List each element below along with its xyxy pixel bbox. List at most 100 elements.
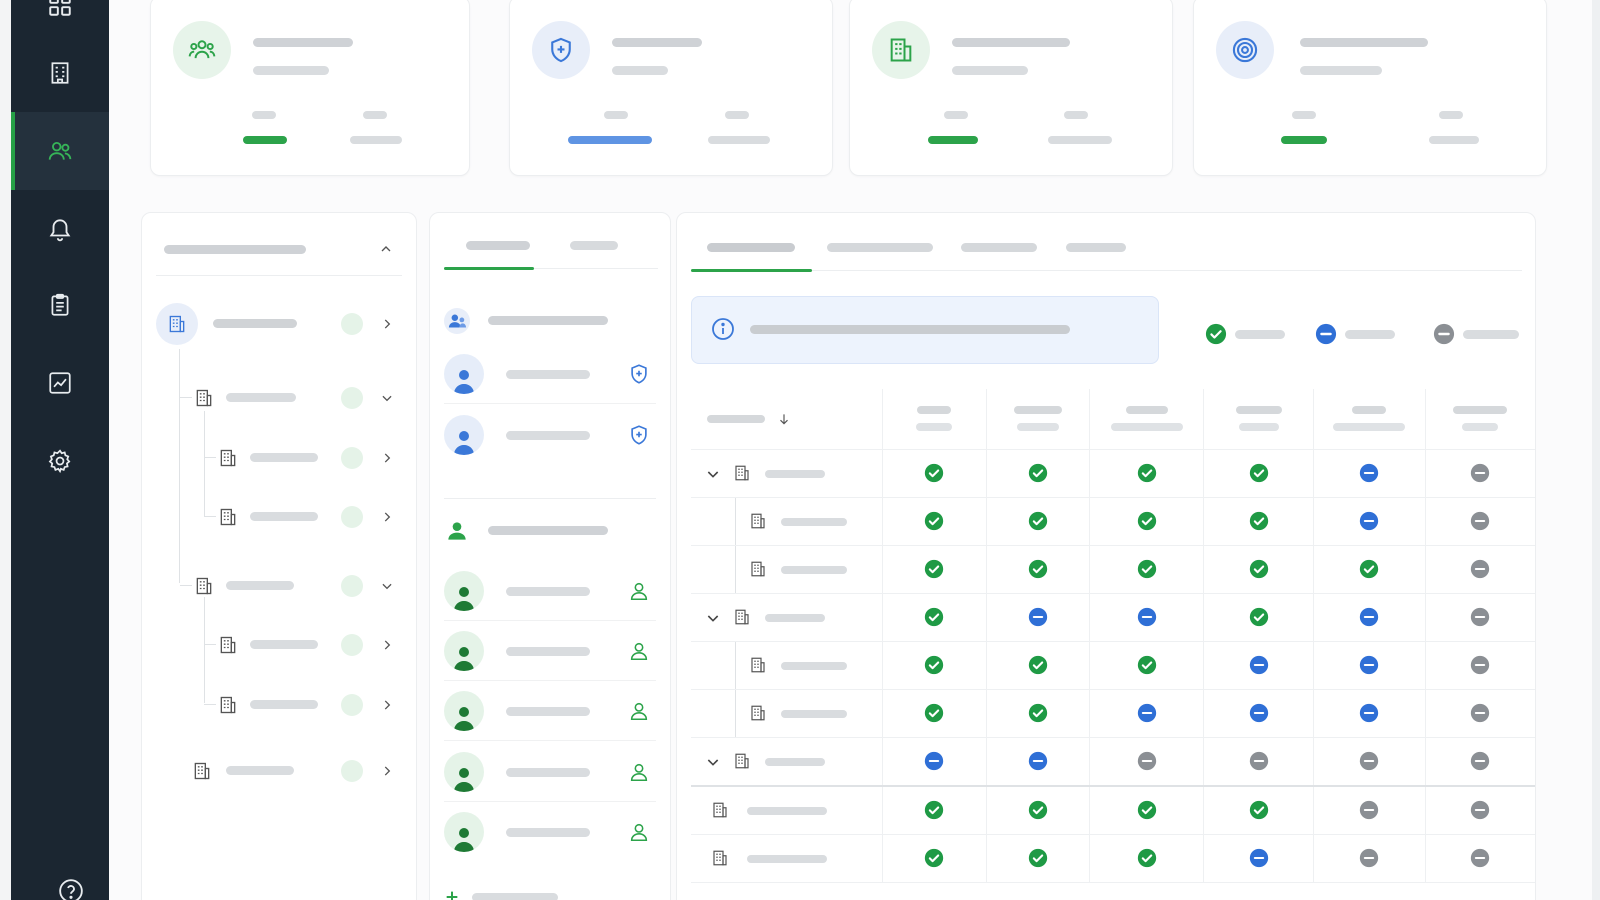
- permission-cell[interactable]: [1089, 449, 1205, 498]
- permission-cell[interactable]: [1425, 545, 1535, 594]
- permission-cell[interactable]: [986, 497, 1091, 546]
- permission-cell[interactable]: [882, 737, 987, 787]
- tree-node[interactable]: [204, 684, 406, 724]
- sidebar-item-settings[interactable]: [11, 422, 109, 500]
- chevron-right-icon[interactable]: [380, 510, 394, 524]
- user-row[interactable]: [444, 405, 656, 465]
- tree-node-root[interactable]: [156, 303, 406, 345]
- shield-plus-icon[interactable]: [628, 362, 650, 386]
- tab-members[interactable]: [466, 241, 530, 250]
- matrix-row[interactable]: [691, 449, 1535, 498]
- permission-cell[interactable]: [1089, 593, 1205, 642]
- chevron-right-icon[interactable]: [380, 698, 394, 712]
- permission-cell[interactable]: [1425, 497, 1535, 546]
- chevron-right-icon[interactable]: [380, 638, 394, 652]
- stat-card-security[interactable]: [509, 0, 833, 176]
- sort-header[interactable]: [691, 389, 883, 450]
- user-row[interactable]: [444, 621, 656, 681]
- user-outline-icon[interactable]: [628, 820, 650, 844]
- user-outline-icon[interactable]: [628, 639, 650, 663]
- matrix-row[interactable]: [691, 545, 1535, 594]
- permission-cell[interactable]: [1089, 545, 1205, 594]
- permission-cell[interactable]: [882, 593, 987, 642]
- tree-node[interactable]: [204, 624, 406, 664]
- group-header-admins[interactable]: [444, 300, 656, 340]
- permission-cell[interactable]: [1203, 449, 1314, 498]
- matrix-row[interactable]: [691, 689, 1535, 738]
- matrix-row[interactable]: [691, 593, 1535, 642]
- permission-cell[interactable]: [986, 689, 1091, 738]
- permission-cell[interactable]: [986, 785, 1091, 835]
- permission-cell[interactable]: [1089, 497, 1205, 546]
- permission-cell[interactable]: [882, 785, 987, 835]
- permission-cell[interactable]: [1089, 737, 1205, 787]
- user-outline-icon[interactable]: [628, 579, 650, 603]
- chevron-right-icon[interactable]: [380, 764, 394, 778]
- column-header[interactable]: [986, 389, 1091, 450]
- column-header[interactable]: [1425, 389, 1535, 450]
- permission-cell[interactable]: [1313, 545, 1426, 594]
- permission-cell[interactable]: [1313, 834, 1426, 883]
- shield-plus-icon[interactable]: [628, 423, 650, 447]
- tree-node[interactable]: [180, 750, 406, 790]
- sidebar-item-buildings[interactable]: [11, 34, 109, 112]
- column-header[interactable]: [1203, 389, 1314, 450]
- tab-history[interactable]: [1066, 243, 1126, 252]
- permission-cell[interactable]: [1203, 593, 1314, 642]
- permission-cell[interactable]: [1203, 641, 1314, 690]
- chevron-down-icon[interactable]: [705, 466, 721, 482]
- permission-cell[interactable]: [1425, 785, 1535, 835]
- permission-cell[interactable]: [986, 737, 1091, 787]
- column-header[interactable]: [1313, 389, 1426, 450]
- user-row[interactable]: [444, 802, 656, 862]
- permission-cell[interactable]: [986, 593, 1091, 642]
- stat-card-buildings[interactable]: [849, 0, 1173, 176]
- permission-cell[interactable]: [1089, 689, 1205, 738]
- permission-cell[interactable]: [1203, 497, 1314, 546]
- permission-cell[interactable]: [1313, 737, 1426, 787]
- permission-cell[interactable]: [882, 449, 987, 498]
- permission-cell[interactable]: [1425, 737, 1535, 787]
- permission-cell[interactable]: [1089, 834, 1205, 883]
- matrix-row[interactable]: [691, 497, 1535, 546]
- permission-cell[interactable]: [986, 834, 1091, 883]
- permission-cell[interactable]: [1313, 497, 1426, 546]
- sidebar-item-analytics[interactable]: [11, 344, 109, 422]
- group-header-members[interactable]: [444, 510, 656, 550]
- user-row[interactable]: [444, 681, 656, 741]
- user-outline-icon[interactable]: [628, 760, 650, 784]
- tab-roles-matrix[interactable]: [827, 243, 933, 252]
- sidebar-item-users[interactable]: [11, 112, 109, 190]
- tab-access[interactable]: [961, 243, 1037, 252]
- chevron-right-icon[interactable]: [380, 451, 394, 465]
- permission-cell[interactable]: [1089, 641, 1205, 690]
- chevron-down-icon[interactable]: [380, 391, 394, 405]
- permission-cell[interactable]: [882, 689, 987, 738]
- permission-cell[interactable]: [986, 545, 1091, 594]
- tree-node[interactable]: [180, 377, 406, 417]
- tab-permissions[interactable]: [707, 243, 795, 252]
- permission-cell[interactable]: [1313, 689, 1426, 738]
- permission-cell[interactable]: [882, 497, 987, 546]
- chevron-down-icon[interactable]: [705, 754, 721, 770]
- permission-cell[interactable]: [1203, 785, 1314, 835]
- help-icon[interactable]: [58, 878, 84, 900]
- permission-cell[interactable]: [882, 641, 987, 690]
- permission-cell[interactable]: [1203, 834, 1314, 883]
- permission-cell[interactable]: [1313, 593, 1426, 642]
- permission-cell[interactable]: [882, 834, 987, 883]
- matrix-row[interactable]: [691, 834, 1535, 883]
- user-outline-icon[interactable]: [628, 699, 650, 723]
- permission-cell[interactable]: [1089, 785, 1205, 835]
- permission-cell[interactable]: [1203, 689, 1314, 738]
- tree-node[interactable]: [180, 565, 406, 605]
- permission-cell[interactable]: [1425, 834, 1535, 883]
- user-row[interactable]: [444, 742, 656, 802]
- permission-cell[interactable]: [1425, 641, 1535, 690]
- permission-cell[interactable]: [1313, 785, 1426, 835]
- column-header[interactable]: [1089, 389, 1205, 450]
- tab-roles[interactable]: [570, 241, 618, 250]
- sidebar-item-reports[interactable]: [11, 266, 109, 344]
- permission-cell[interactable]: [986, 641, 1091, 690]
- column-header[interactable]: [882, 389, 987, 450]
